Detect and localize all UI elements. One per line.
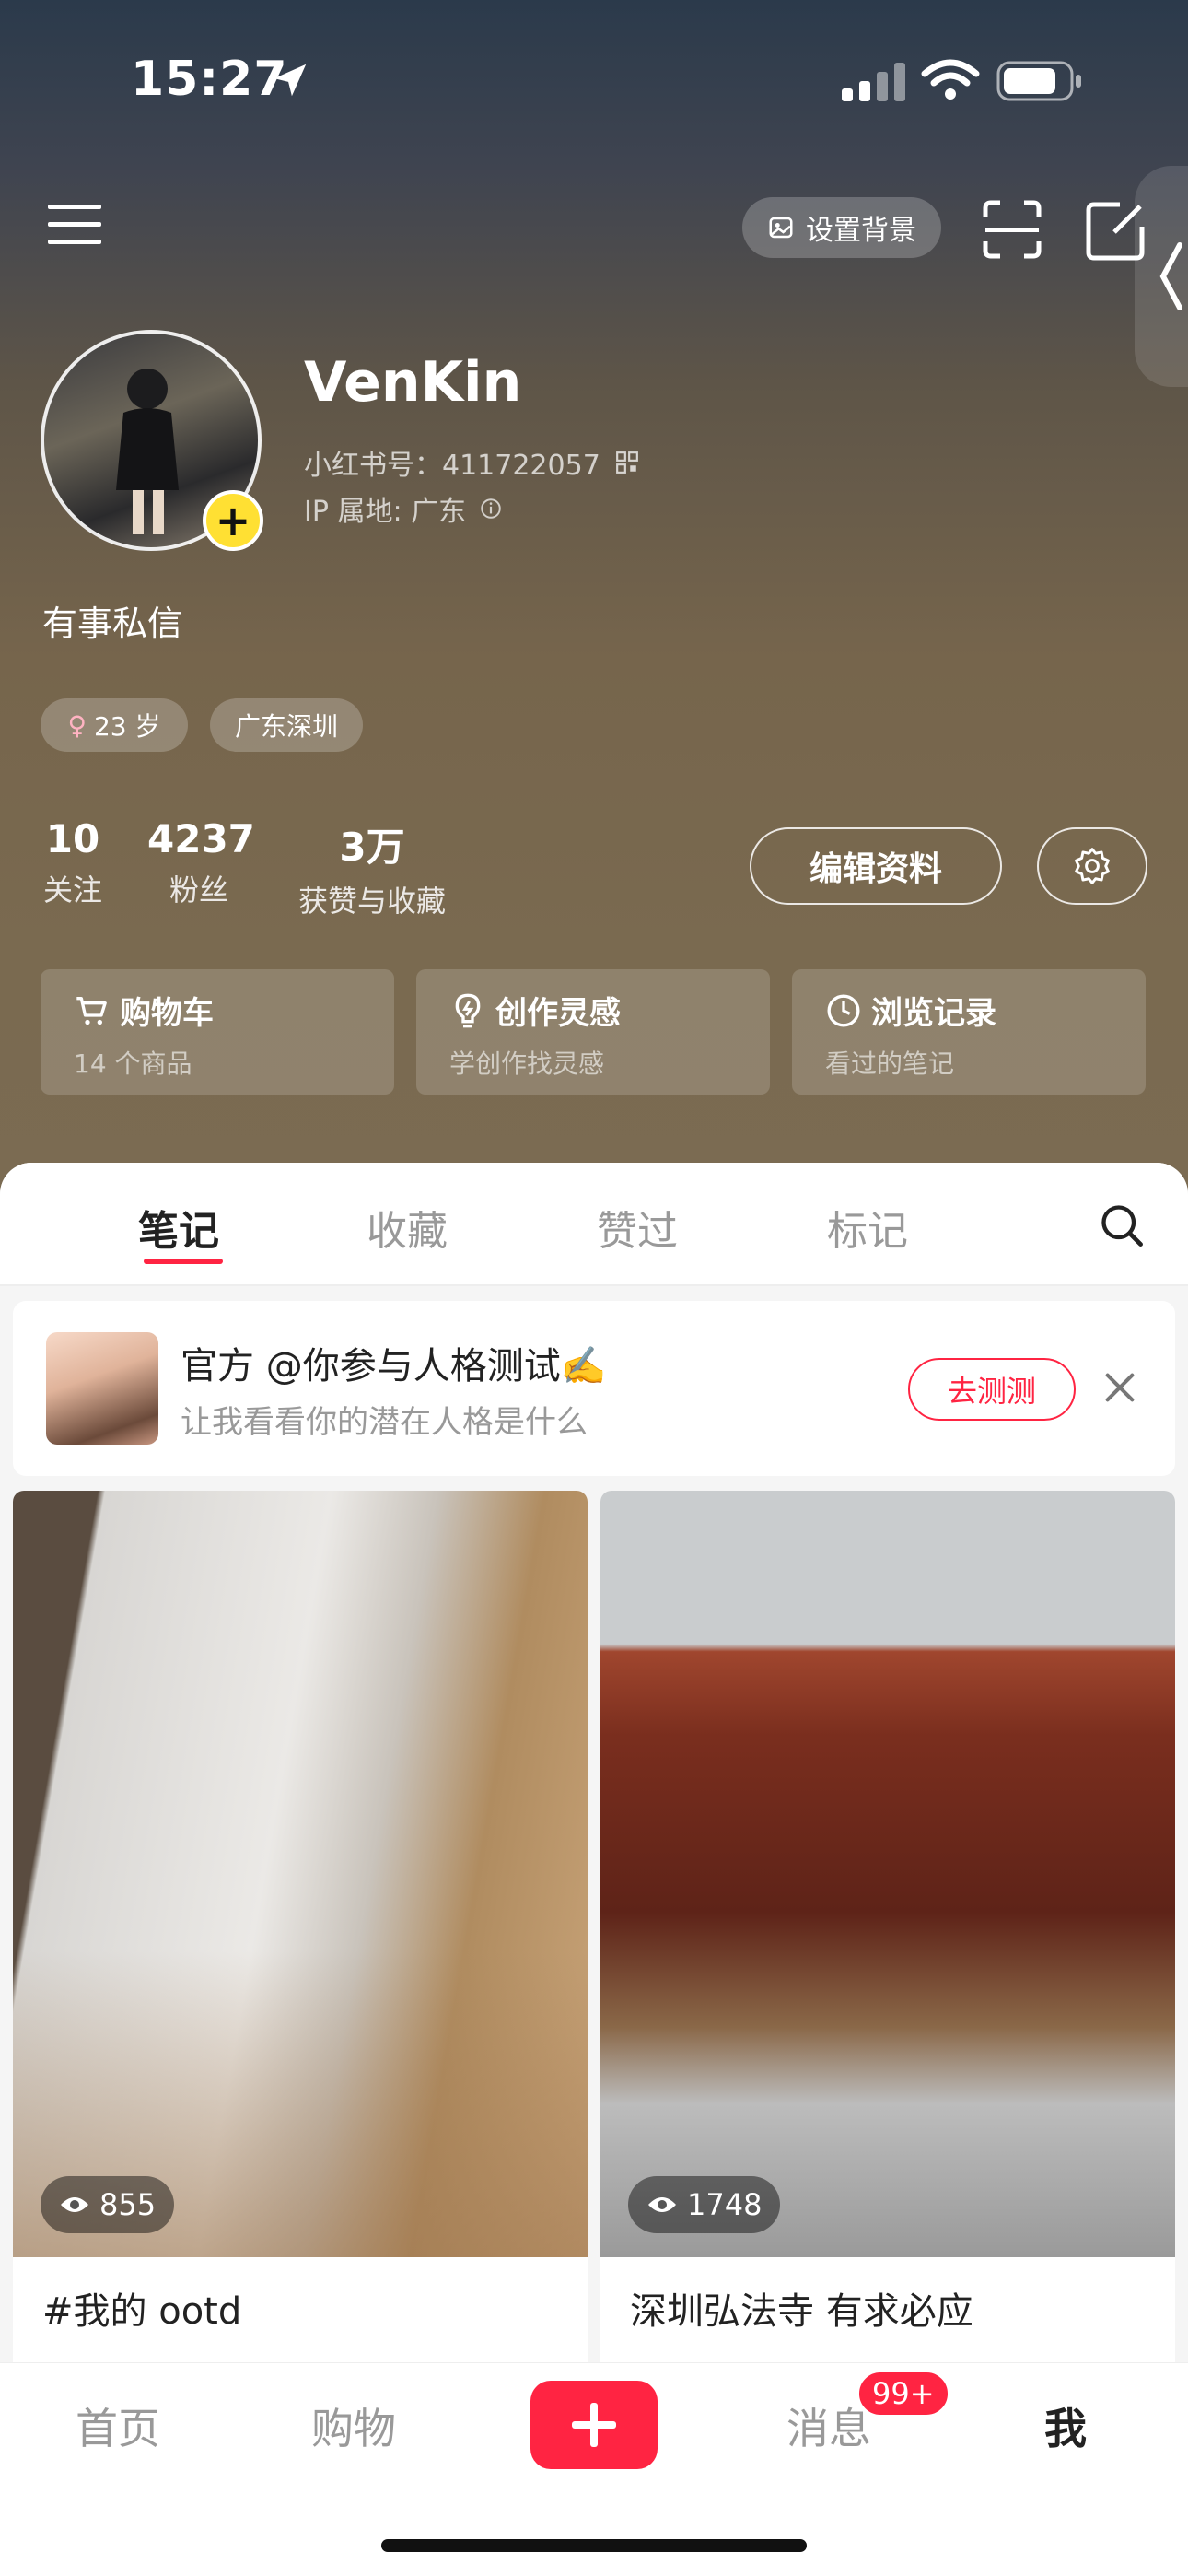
- stat-followers-label: 粉丝: [169, 872, 228, 907]
- ip-location-text: IP 属地: 广东: [304, 496, 467, 528]
- nav-home[interactable]: 首页: [76, 2395, 160, 2456]
- browsing-history-subtitle: 看过的笔记: [825, 1048, 955, 1079]
- stat-likes-collects[interactable]: 3万 获赞与收藏: [293, 816, 451, 920]
- stat-following[interactable]: 10 关注: [41, 816, 105, 909]
- note-cover-image: 855: [13, 1491, 588, 2257]
- browsing-history-title: 浏览记录: [871, 995, 996, 1032]
- create-post-button[interactable]: [530, 2381, 658, 2469]
- stat-following-count: 10: [45, 816, 100, 861]
- note-title: 深圳弘法寺 有求必应: [630, 2290, 973, 2333]
- nav-shop[interactable]: 购物: [311, 2395, 396, 2456]
- browsing-history-card[interactable]: 浏览记录 看过的笔记: [792, 969, 1146, 1095]
- gear-icon: [1075, 848, 1110, 884]
- set-background-label: 设置背景: [806, 215, 916, 247]
- promo-thumbnail: [46, 1332, 158, 1445]
- note-card[interactable]: 1748 深圳弘法寺 有求必应: [600, 1491, 1175, 2375]
- plus-icon: [572, 2403, 616, 2447]
- note-cover-image: 1748: [600, 1491, 1175, 2257]
- battery-icon: [996, 61, 1081, 101]
- eye-icon: [648, 2197, 676, 2212]
- active-tab-indicator: [144, 1259, 223, 1264]
- shopping-cart-card[interactable]: 购物车 14 个商品: [41, 969, 394, 1095]
- username: VenKin: [304, 350, 522, 415]
- view-count-badge: 855: [41, 2176, 175, 2233]
- stat-following-label: 关注: [42, 872, 102, 907]
- female-icon: ♀: [67, 709, 87, 741]
- view-count: 855: [99, 2187, 157, 2222]
- stat-followers-count: 4237: [147, 816, 255, 861]
- lightbulb-icon: [455, 993, 481, 1027]
- tab-notes[interactable]: 笔记: [138, 1198, 219, 1257]
- chevron-left-icon: [1159, 242, 1182, 310]
- search-icon[interactable]: [1098, 1201, 1146, 1249]
- tab-liked[interactable]: 赞过: [597, 1198, 678, 1257]
- settings-button[interactable]: [1037, 827, 1147, 905]
- note-card[interactable]: 855 #我的 ootd: [13, 1491, 588, 2375]
- stat-likes-count: 3万: [339, 825, 405, 870]
- promo-subtitle: 让我看看你的潜在人格是什么: [181, 1404, 588, 1441]
- promo-title: 官方 @你参与人格测试✍️: [181, 1345, 607, 1388]
- creation-inspiration-subtitle: 学创作找灵感: [449, 1048, 605, 1079]
- note-title: #我的 ootd: [42, 2290, 242, 2333]
- user-id-text: 小红书号：411722057: [304, 450, 600, 482]
- wifi-icon: [921, 59, 980, 100]
- info-icon[interactable]: [479, 497, 503, 521]
- view-count: 1748: [687, 2187, 763, 2222]
- edit-profile-button[interactable]: 编辑资料: [750, 827, 1002, 905]
- location-tag-label: 广东深圳: [234, 711, 338, 742]
- add-avatar-button[interactable]: +: [203, 490, 263, 551]
- tab-marked[interactable]: 标记: [827, 1198, 908, 1257]
- qr-code-icon[interactable]: [615, 451, 639, 474]
- cart-icon: [76, 996, 107, 1025]
- ip-location-row: IP 属地: 广东: [304, 488, 503, 529]
- bio-text: 有事私信: [42, 603, 183, 644]
- menu-icon[interactable]: [46, 201, 105, 249]
- shopping-cart-subtitle: 14 个商品: [74, 1048, 192, 1079]
- set-background-button[interactable]: 设置背景: [742, 197, 941, 258]
- image-icon: [769, 217, 793, 239]
- clock-icon: [827, 994, 860, 1026]
- stat-likes-label: 获赞与收藏: [297, 884, 446, 919]
- nav-me[interactable]: 我: [1044, 2395, 1087, 2456]
- scan-icon[interactable]: [980, 197, 1044, 262]
- creation-inspiration-card[interactable]: 创作灵感 学创作找灵感: [416, 969, 770, 1095]
- close-icon[interactable]: [1101, 1369, 1138, 1406]
- location-arrow-icon: [274, 64, 307, 97]
- stat-followers[interactable]: 4237 粉丝: [147, 816, 255, 909]
- location-tag: 广东深圳: [210, 698, 363, 752]
- eye-icon: [61, 2197, 88, 2212]
- user-id-row[interactable]: 小红书号：411722057: [304, 442, 639, 483]
- status-time: 15:27: [131, 52, 288, 107]
- cellular-signal-icon: [842, 63, 905, 101]
- shopping-cart-title: 购物车: [120, 995, 214, 1032]
- creation-inspiration-title: 创作灵感: [495, 995, 621, 1032]
- home-indicator: [381, 2539, 807, 2552]
- age-tag-label: 23 岁: [93, 711, 161, 742]
- side-panel-handle[interactable]: [1135, 166, 1188, 387]
- tab-collections[interactable]: 收藏: [367, 1198, 448, 1257]
- take-test-button[interactable]: 去测测: [908, 1358, 1076, 1421]
- view-count-badge: 1748: [628, 2176, 781, 2233]
- age-tag: ♀ 23 岁: [41, 698, 188, 752]
- messages-unread-badge: 99+: [856, 2370, 950, 2418]
